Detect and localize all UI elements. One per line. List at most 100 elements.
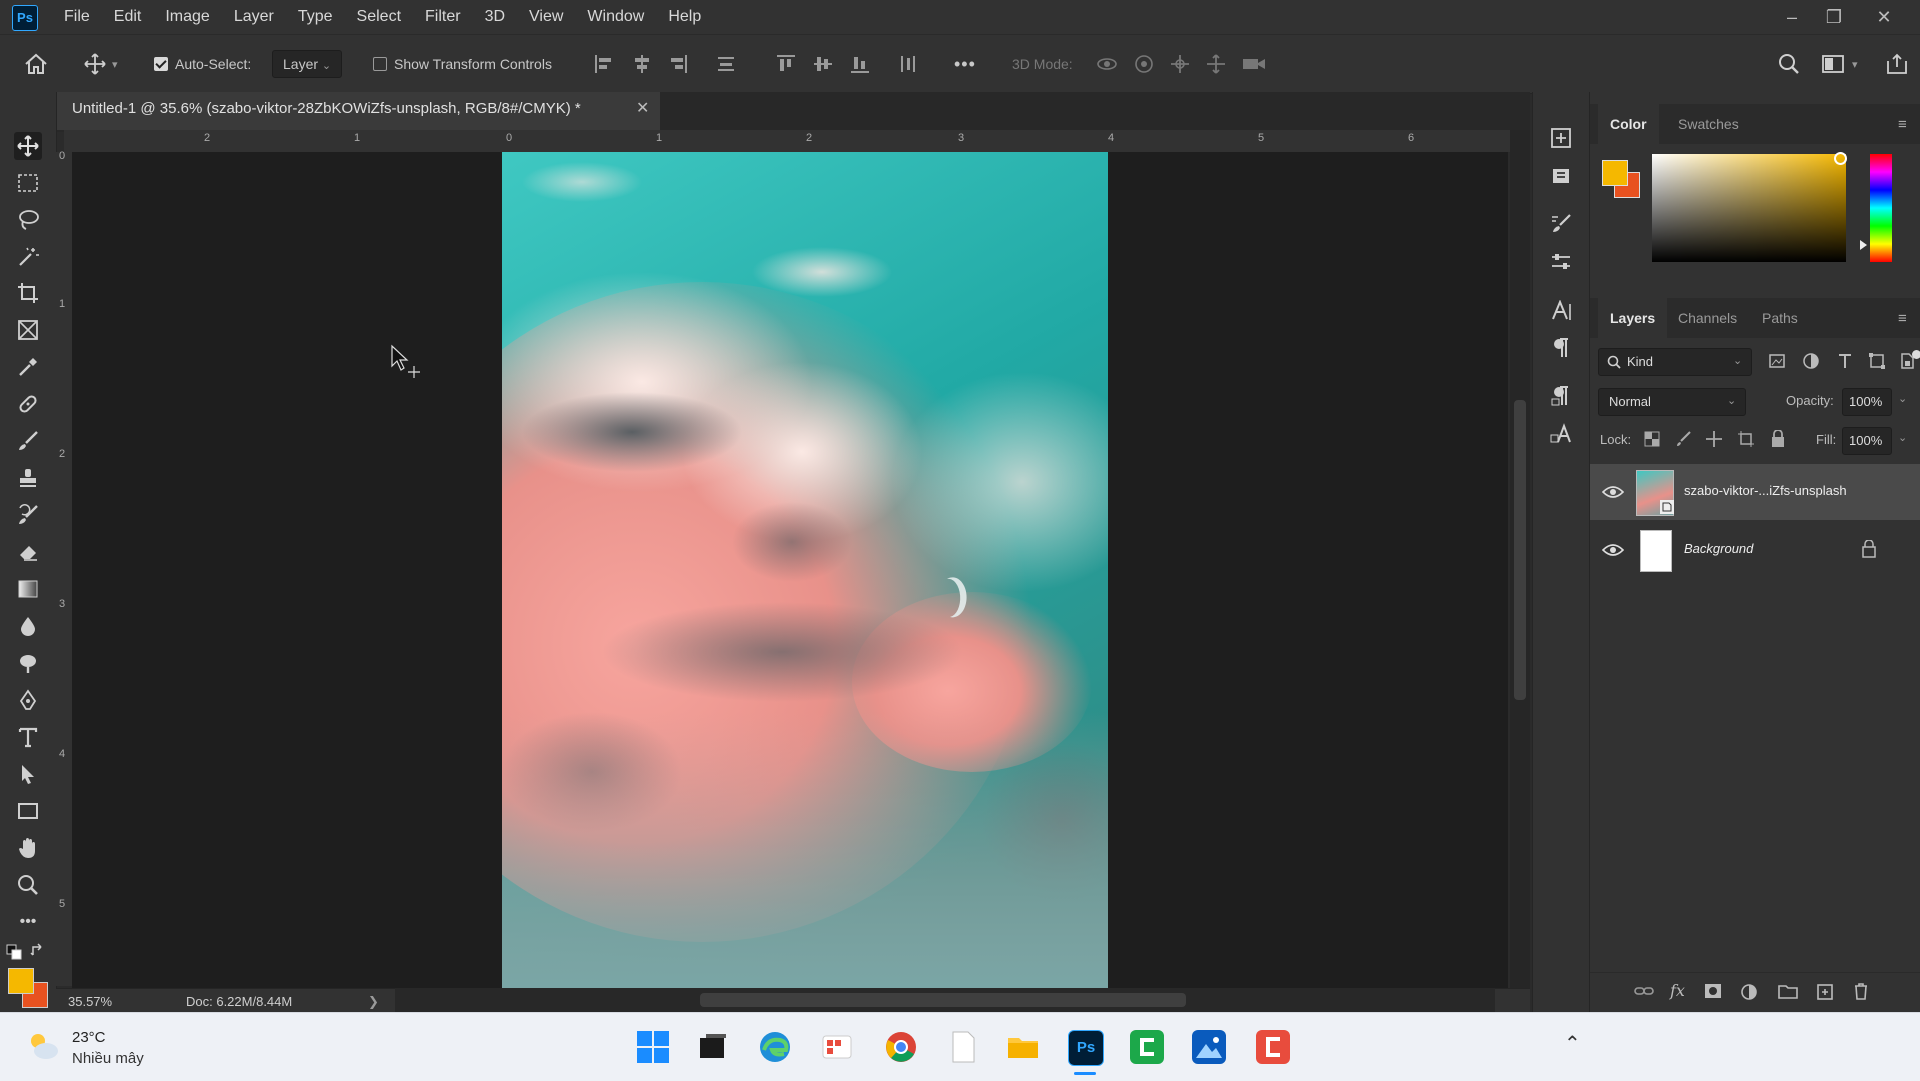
3d-pan-icon[interactable] [1170,49,1190,79]
edge-browser-icon[interactable] [758,1030,792,1064]
character-panel-icon[interactable] [1547,297,1575,325]
tab-layers[interactable]: Layers [1598,298,1668,338]
close-button[interactable]: ✕ [1862,0,1906,34]
distribute-icon[interactable] [716,49,736,79]
frame-tool-icon[interactable] [14,316,42,344]
notepad-icon[interactable] [946,1030,980,1064]
green-app-icon[interactable] [1130,1030,1164,1064]
menu-layer[interactable]: Layer [222,8,286,26]
color-picker-handle[interactable] [1834,152,1847,165]
document-tab[interactable]: Untitled-1 @ 35.6% (szabo-viktor-28ZbKOW… [56,92,660,130]
app-icon-grid[interactable] [820,1030,854,1064]
menu-help[interactable]: Help [656,8,713,26]
type-tool-icon[interactable] [14,723,42,751]
foreground-color-swatch[interactable] [8,968,34,994]
distribute-vertical-icon[interactable] [898,49,918,79]
opacity-input[interactable]: 100% [1842,388,1892,416]
libraries-panel-icon[interactable] [1547,162,1575,190]
layer-row-selected[interactable]: szabo-viktor-...iZfs-unsplash [1590,464,1920,520]
menu-filter[interactable]: Filter [413,8,473,26]
windows-start-icon[interactable] [636,1030,670,1064]
adjustments-panel-icon[interactable] [1547,248,1575,276]
brush-tool-icon[interactable] [14,427,42,455]
tab-color[interactable]: Color [1598,104,1659,144]
panel-menu-icon[interactable]: ≡ [1898,310,1907,327]
horizontal-scroll-thumb[interactable] [700,993,1186,1007]
vertical-scroll-thumb[interactable] [1514,400,1526,700]
search-icon[interactable] [1778,49,1800,79]
lock-all-icon[interactable] [1770,430,1786,448]
filter-toggle[interactable] [1912,350,1920,359]
default-colors-icon[interactable] [6,944,22,960]
pen-tool-icon[interactable] [14,686,42,714]
lock-transparent-icon[interactable] [1644,431,1660,447]
paragraph-styles-icon[interactable] [1547,382,1575,410]
filter-adjustment-icon[interactable] [1802,352,1820,370]
blur-tool-icon[interactable] [14,612,42,640]
character-styles-icon[interactable] [1547,420,1575,448]
align-bottom-icon[interactable] [850,49,870,79]
paragraph-panel-icon[interactable] [1547,334,1575,362]
tab-channels[interactable]: Channels [1666,298,1749,338]
delete-layer-icon[interactable] [1852,982,1870,1000]
menu-image[interactable]: Image [153,8,221,26]
layer-name[interactable]: Background [1684,541,1753,556]
layer-effects-icon[interactable]: fx [1670,981,1685,1000]
lock-artboard-icon[interactable] [1738,431,1754,447]
magic-wand-tool-icon[interactable] [14,243,42,271]
panel-menu-icon[interactable]: ≡ [1898,116,1907,133]
photos-app-icon[interactable] [1192,1030,1226,1064]
fill-input[interactable]: 100% [1842,427,1892,455]
workspace-icon[interactable]: ▾ [1822,49,1858,79]
new-adjustment-layer-icon[interactable] [1740,983,1758,1001]
eraser-tool-icon[interactable] [14,538,42,566]
layer-lock-icon[interactable] [1862,540,1876,558]
layer-mask-icon[interactable] [1704,983,1722,999]
filter-pixel-icon[interactable] [1768,352,1786,370]
path-selection-tool-icon[interactable] [14,760,42,788]
zoom-tool-icon[interactable] [14,871,42,899]
swap-colors-icon[interactable] [30,942,46,958]
document-image[interactable] [502,152,1108,988]
3d-roll-icon[interactable] [1134,49,1154,79]
lock-position-icon[interactable] [1706,431,1722,447]
tab-close-icon[interactable]: ✕ [636,92,649,128]
align-top-icon[interactable] [776,49,796,79]
history-brush-tool-icon[interactable] [14,501,42,529]
blend-mode-dropdown[interactable]: Normal ⌄ [1598,388,1746,416]
task-view-icon[interactable] [696,1030,730,1064]
history-panel-icon[interactable] [1547,124,1575,152]
eyedropper-tool-icon[interactable] [14,353,42,381]
lock-image-icon[interactable] [1676,431,1692,447]
weather-icon[interactable] [26,1031,60,1061]
zoom-level[interactable]: 35.57% [68,994,112,1009]
system-tray-chevron-icon[interactable]: ⌃ [1564,1031,1581,1056]
crop-tool-icon[interactable] [14,279,42,307]
menu-file[interactable]: File [52,8,102,26]
gradient-tool-icon[interactable] [14,575,42,603]
move-tool-preset-icon[interactable]: ▾ [84,49,118,79]
visibility-eye-icon[interactable] [1602,484,1624,500]
menu-3d[interactable]: 3D [473,8,517,26]
tab-paths[interactable]: Paths [1750,298,1810,338]
healing-brush-tool-icon[interactable] [14,390,42,418]
new-group-icon[interactable] [1778,983,1798,999]
menu-select[interactable]: Select [345,8,413,26]
brush-settings-icon[interactable] [1547,210,1575,238]
new-layer-icon[interactable] [1816,983,1834,1001]
chrome-icon[interactable] [884,1030,918,1064]
dodge-tool-icon[interactable] [14,649,42,677]
align-left-icon[interactable] [594,49,614,79]
color-foreground-swatch[interactable] [1602,160,1628,186]
hue-slider-handle[interactable] [1860,240,1867,250]
filter-type-icon[interactable] [1836,352,1854,370]
align-right-icon[interactable] [668,49,688,79]
show-transform-controls-checkbox[interactable]: Show Transform Controls [373,49,552,79]
rectangle-tool-icon[interactable] [14,797,42,825]
link-layers-icon[interactable] [1634,983,1654,999]
lasso-tool-icon[interactable] [14,206,42,234]
3d-slide-icon[interactable] [1206,49,1226,79]
color-picker-field[interactable] [1652,154,1846,262]
more-options-button[interactable]: ••• [954,49,976,79]
3d-orbit-icon[interactable] [1096,49,1118,79]
